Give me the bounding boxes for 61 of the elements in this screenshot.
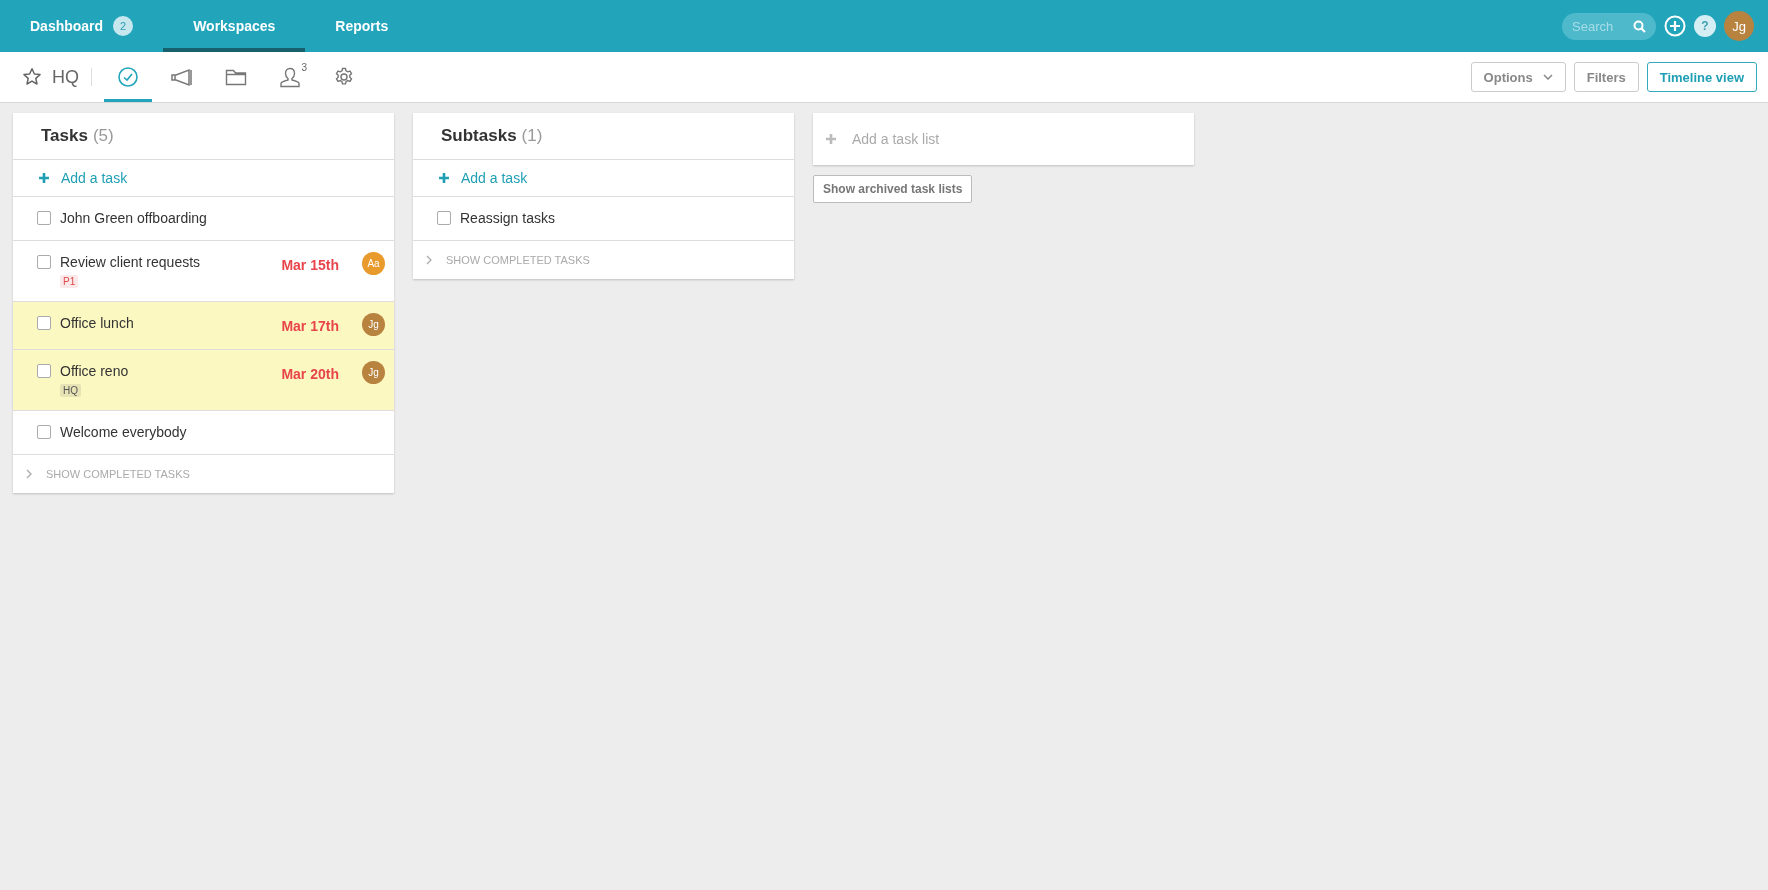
user-avatar: Jg <box>362 361 385 384</box>
task-checkbox[interactable] <box>37 316 51 330</box>
due-date: Mar 17th <box>281 318 339 336</box>
plus-icon <box>439 173 449 183</box>
add-task-link[interactable]: Add a task <box>61 170 128 186</box>
help-button[interactable]: ? <box>1694 15 1716 37</box>
gear-icon <box>334 67 354 87</box>
task-checkbox[interactable] <box>37 211 51 225</box>
task-checkbox[interactable] <box>437 211 451 225</box>
task-name: Welcome everybody <box>60 424 188 440</box>
task-name: John Green offboarding <box>60 210 208 226</box>
task-count: (1) <box>521 126 543 146</box>
show-completed-link[interactable]: SHOW COMPLETED TASKS <box>46 468 190 480</box>
task-name: Office lunch <box>60 315 135 331</box>
nav-tab[interactable]: Reports <box>305 0 419 52</box>
task-name: Review client requests <box>60 254 202 270</box>
add-task-list-field[interactable]: Add a task list <box>850 130 1114 148</box>
task-row[interactable]: John Green offboarding <box>13 197 394 241</box>
star-icon[interactable] <box>22 67 42 87</box>
task-row[interactable]: Welcome everybody <box>13 411 394 455</box>
task-name: Office reno <box>60 363 130 379</box>
megaphone-icon <box>170 67 194 87</box>
plus-icon <box>826 134 836 144</box>
search-field[interactable]: Search <box>1562 12 1656 40</box>
timeline-view-button[interactable]: Timeline view <box>1646 62 1757 92</box>
chevron-down-icon <box>1542 74 1553 80</box>
task-checkbox[interactable] <box>37 255 51 269</box>
folder-icon <box>225 68 247 86</box>
task-tag: HQ <box>60 384 81 397</box>
user-avatar: Aa <box>362 252 385 275</box>
toolbar-tab[interactable]: 3 <box>266 52 314 102</box>
options-button[interactable]: Options <box>1470 62 1566 92</box>
chevron-right-icon <box>426 255 432 265</box>
task-count: (5) <box>92 126 114 146</box>
task-checkbox[interactable] <box>37 425 51 439</box>
check-circle-icon <box>117 66 139 88</box>
due-date: Mar 20th <box>281 366 339 384</box>
task-tag: P1 <box>60 275 79 288</box>
task-row[interactable]: Office reno HQ Mar 20th Jg <box>13 350 394 411</box>
member-count: 3 <box>301 62 307 73</box>
task-checkbox[interactable] <box>37 364 51 378</box>
filters-button[interactable]: Filters <box>1573 62 1639 92</box>
user-avatar: Jg <box>362 313 385 336</box>
search-icon <box>1633 19 1646 33</box>
add-icon[interactable] <box>1664 15 1686 37</box>
nav-tab[interactable]: Dashboard 2 <box>0 0 164 52</box>
user-avatar: Jg <box>1724 11 1754 41</box>
count-badge: 2 <box>113 16 134 36</box>
task-name: Reassign tasks <box>460 210 556 226</box>
chevron-right-icon <box>26 469 32 479</box>
list-title: Tasks <box>41 126 88 146</box>
person-icon <box>279 66 301 88</box>
workspace-name: HQ <box>52 66 79 88</box>
show-archived-button[interactable]: Show archived task lists <box>813 175 973 203</box>
plus-icon <box>39 173 49 183</box>
add-task-link[interactable]: Add a task <box>461 170 528 186</box>
list-title: Subtasks <box>441 126 517 146</box>
due-date: Mar 15th <box>281 257 339 275</box>
task-row[interactable]: Office lunch Mar 17th Jg <box>13 302 394 350</box>
task-row[interactable]: Reassign tasks <box>413 197 794 241</box>
show-completed-link[interactable]: SHOW COMPLETED TASKS <box>446 254 590 266</box>
